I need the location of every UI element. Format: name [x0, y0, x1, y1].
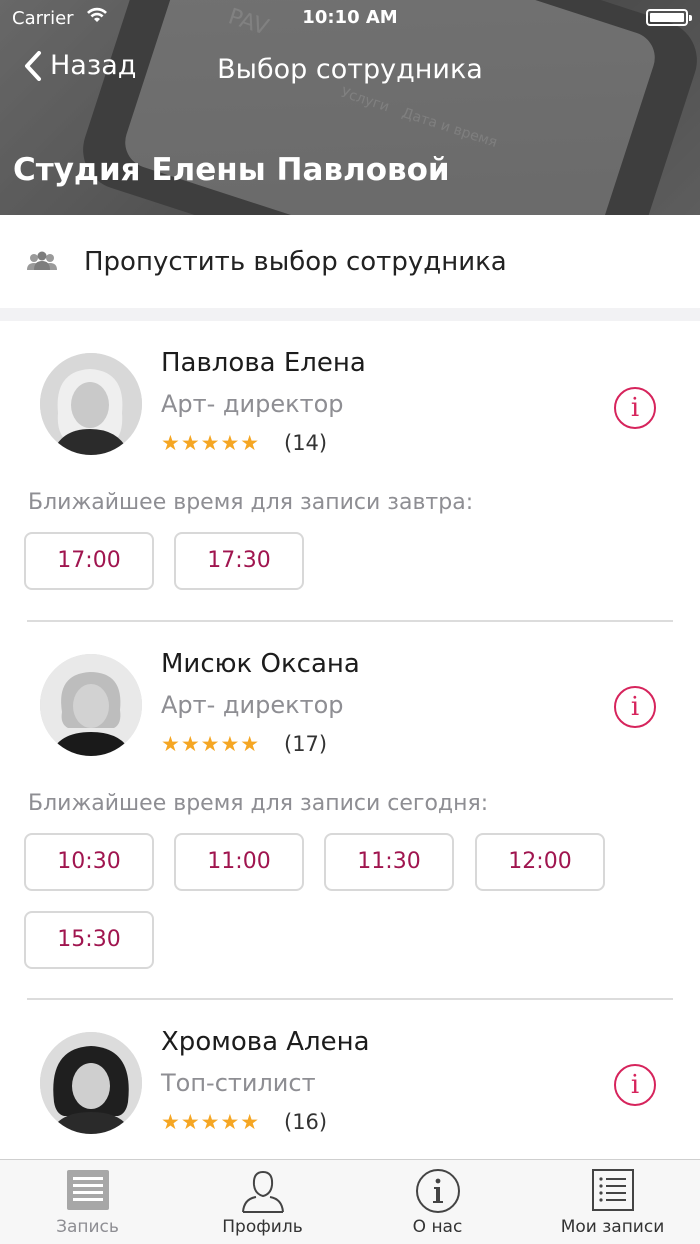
time-slot-button[interactable]: 15:30 [24, 911, 154, 969]
clock: 10:10 AM [302, 7, 398, 28]
time-slot-button[interactable]: 10:30 [24, 833, 154, 891]
skip-label: Пропустить выбор сотрудника [84, 246, 507, 277]
nearest-time-label: Ближайшее время для записи сегодня: [28, 791, 489, 816]
skip-employee-row[interactable]: Пропустить выбор сотрудника [0, 215, 700, 308]
time-slot-button[interactable]: 11:30 [324, 833, 454, 891]
info-icon [415, 1169, 460, 1213]
time-slot-button[interactable]: 17:30 [174, 532, 304, 590]
tab-bar: Запись Профиль О нас Мои записи [0, 1159, 700, 1244]
tab-my-bookings[interactable]: Мои записи [525, 1160, 700, 1244]
review-count: (14) [284, 431, 328, 455]
avatar [40, 1032, 142, 1134]
tab-label: Запись [56, 1217, 119, 1237]
employee-name: Павлова Елена [161, 348, 366, 378]
tab-profile[interactable]: Профиль [175, 1160, 350, 1244]
tab-label: Мои записи [560, 1217, 665, 1237]
tab-booking[interactable]: Запись [0, 1160, 175, 1244]
time-slot-button[interactable]: 11:00 [174, 833, 304, 891]
navigation-bar: Назад Выбор сотрудника [0, 48, 700, 98]
employee-role: Топ-стилист [161, 1069, 316, 1097]
employee-list: Павлова Елена Арт- директор ★★★★★ (14) i… [0, 321, 700, 1159]
rating-stars: ★★★★★ [161, 431, 261, 455]
status-bar: Carrier 10:10 AM [0, 0, 700, 36]
tab-label: Профиль [222, 1217, 303, 1237]
employee-name: Мисюк Оксана [161, 649, 360, 679]
group-icon [27, 251, 57, 270]
my-bookings-icon [591, 1169, 634, 1211]
employee-name: Хромова Алена [161, 1027, 370, 1057]
page-title: Выбор сотрудника [217, 54, 483, 85]
rating-stars: ★★★★★ [161, 1110, 261, 1134]
booking-list-icon [66, 1170, 109, 1210]
divider [27, 620, 673, 622]
tab-about[interactable]: О нас [350, 1160, 525, 1244]
time-slot-button[interactable]: 17:00 [24, 532, 154, 590]
studio-name: Студия Елены Павловой [13, 152, 450, 188]
review-count: (17) [284, 732, 328, 756]
tab-label: О нас [412, 1217, 463, 1237]
rating-stars: ★★★★★ [161, 732, 261, 756]
time-slot-button[interactable]: 12:00 [475, 833, 605, 891]
info-button[interactable]: i [614, 1064, 656, 1106]
profile-icon [241, 1170, 284, 1213]
review-count: (16) [284, 1110, 328, 1134]
info-button[interactable]: i [614, 686, 656, 728]
divider [27, 998, 673, 1000]
nearest-time-label: Ближайшее время для записи завтра: [28, 490, 474, 515]
avatar [40, 353, 142, 455]
battery-icon [646, 9, 692, 26]
employee-role: Арт- директор [161, 691, 344, 719]
avatar [40, 654, 142, 756]
info-button[interactable]: i [614, 387, 656, 429]
employee-role: Арт- директор [161, 390, 344, 418]
